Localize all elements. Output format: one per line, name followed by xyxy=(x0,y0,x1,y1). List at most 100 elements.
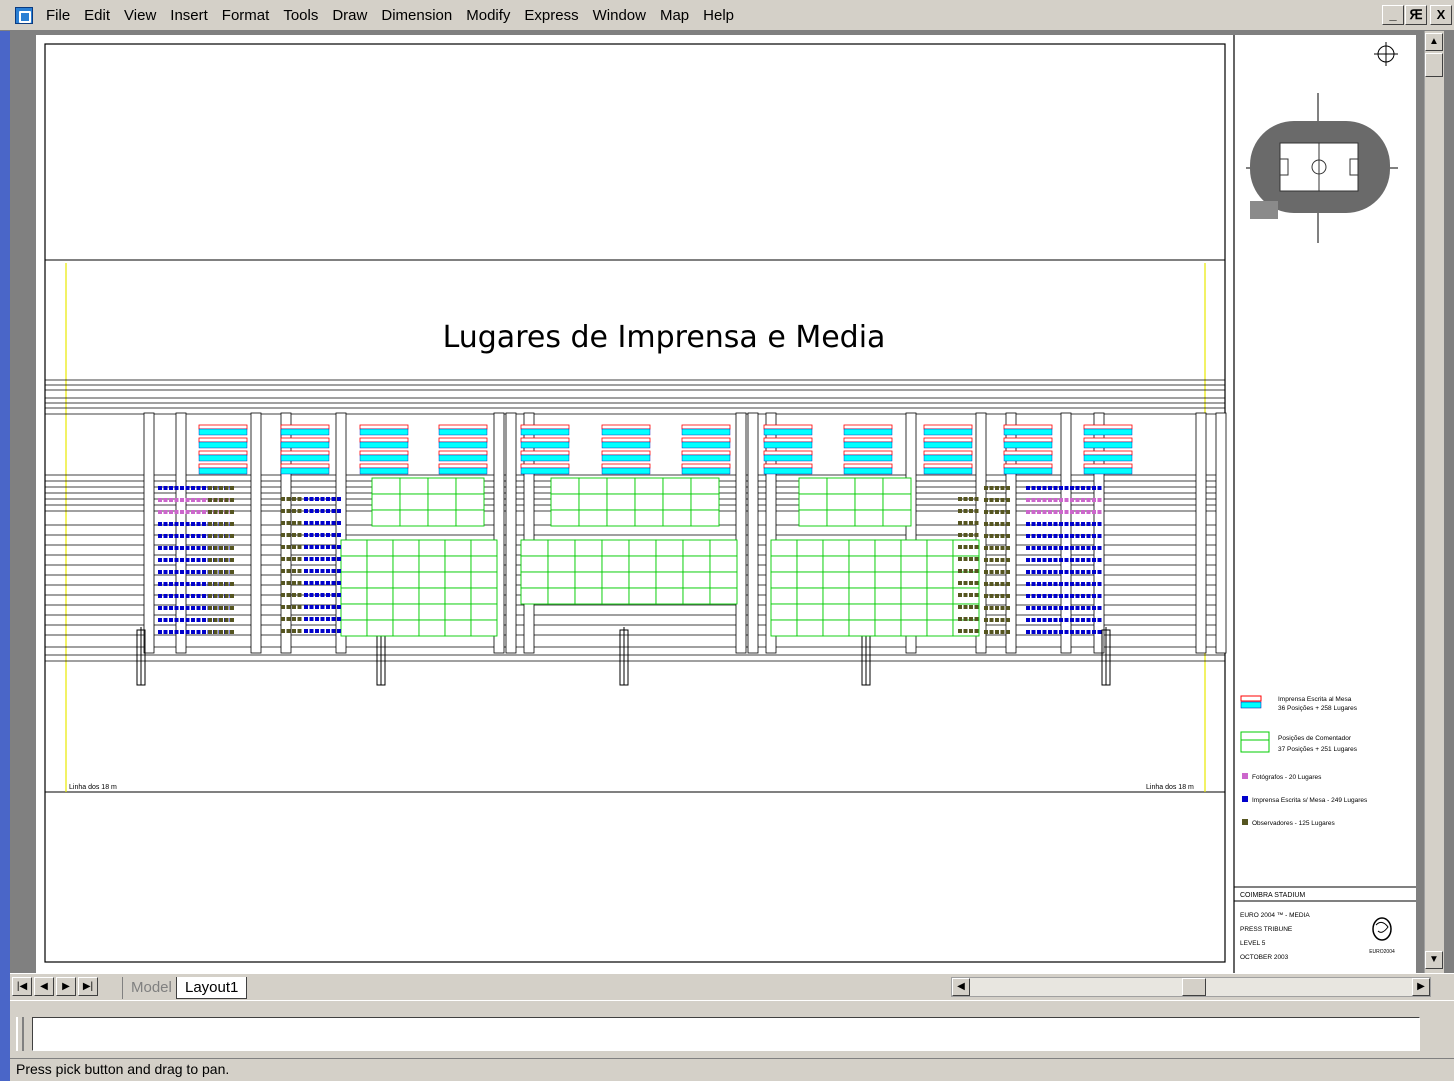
seat xyxy=(180,522,184,526)
minimize-button[interactable]: _ xyxy=(1382,5,1404,25)
app-icon[interactable] xyxy=(15,6,33,24)
seat xyxy=(989,618,994,622)
commentator-position xyxy=(848,619,876,637)
seat xyxy=(304,581,308,585)
seat xyxy=(180,630,184,634)
seat xyxy=(1000,510,1005,514)
seat xyxy=(174,570,179,574)
seat xyxy=(309,497,314,501)
press-table-seat xyxy=(843,441,893,449)
press-table-seat xyxy=(198,441,248,449)
horizontal-scroll-thumb[interactable] xyxy=(1182,978,1206,996)
command-input[interactable] xyxy=(32,1017,1420,1051)
seat xyxy=(169,486,173,490)
menu-tools[interactable]: Tools xyxy=(276,0,325,31)
menu-help[interactable]: Help xyxy=(696,0,741,31)
tab-model[interactable]: Model xyxy=(122,977,180,999)
scroll-down-button[interactable]: ▼ xyxy=(1425,951,1443,969)
seat xyxy=(337,569,341,573)
press-table-seat xyxy=(843,424,893,430)
seat xyxy=(1086,630,1091,634)
seat xyxy=(984,486,988,490)
seat xyxy=(1059,486,1063,490)
seat xyxy=(969,605,973,609)
menu-window[interactable]: Window xyxy=(586,0,653,31)
press-table-seat xyxy=(280,463,330,469)
seat xyxy=(180,510,184,514)
seat xyxy=(958,629,962,633)
seat xyxy=(1081,486,1085,490)
seat xyxy=(224,618,229,622)
menu-view[interactable]: View xyxy=(117,0,163,31)
commentator-position xyxy=(926,571,954,589)
vertical-scroll-thumb[interactable] xyxy=(1425,53,1443,77)
commentator-position xyxy=(822,619,850,637)
commentator-position xyxy=(822,555,850,573)
press-table-seat xyxy=(1003,441,1053,449)
seat xyxy=(1006,546,1010,550)
seat xyxy=(326,581,330,585)
press-table-seat xyxy=(601,467,651,475)
commentator-position xyxy=(547,539,576,557)
prev-tab-button[interactable]: ◀ xyxy=(34,977,54,996)
first-tab-button[interactable]: |◀ xyxy=(12,977,32,996)
vertical-scrollbar[interactable]: ▲ ▼ xyxy=(1424,31,1444,973)
menu-format[interactable]: Format xyxy=(215,0,277,31)
commentator-position xyxy=(634,477,664,495)
tab-layout1[interactable]: Layout1 xyxy=(176,977,248,999)
commentator-position xyxy=(470,587,498,605)
seat xyxy=(1081,582,1085,586)
layout-tabs-bar: |◀ ◀ ▶ ▶| Model Layout1 ◀ ▶ xyxy=(10,973,1454,1000)
horizontal-scrollbar[interactable]: ◀ ▶ xyxy=(951,977,1431,997)
seat xyxy=(1097,510,1102,514)
last-tab-button[interactable]: ▶| xyxy=(78,977,98,996)
press-table-seat xyxy=(198,424,248,430)
seat xyxy=(1075,546,1080,550)
close-button[interactable]: X xyxy=(1430,5,1452,25)
drawing-workspace[interactable]: Lugares de Imprensa e Media Linha dos 18… xyxy=(10,31,1454,973)
seat xyxy=(995,618,999,622)
seat xyxy=(180,546,184,550)
seat xyxy=(202,570,206,574)
seat xyxy=(219,630,223,634)
seat xyxy=(230,522,234,526)
seat xyxy=(219,618,223,622)
seat xyxy=(1064,570,1069,574)
scroll-up-button[interactable]: ▲ xyxy=(1425,33,1443,51)
menu-dimension[interactable]: Dimension xyxy=(374,0,459,31)
command-line-grip[interactable] xyxy=(16,1017,24,1051)
next-tab-button[interactable]: ▶ xyxy=(56,977,76,996)
press-table-seat xyxy=(763,437,813,443)
menu-edit[interactable]: Edit xyxy=(77,0,117,31)
seat xyxy=(315,569,319,573)
menu-modify[interactable]: Modify xyxy=(459,0,517,31)
commentator-position xyxy=(547,555,576,573)
scroll-left-button[interactable]: ◀ xyxy=(952,978,970,996)
press-table-seat xyxy=(1083,428,1133,436)
seat xyxy=(1006,522,1010,526)
scroll-right-button[interactable]: ▶ xyxy=(1412,978,1430,996)
menu-express[interactable]: Express xyxy=(517,0,585,31)
restore-button[interactable]: Ԙ xyxy=(1405,5,1427,25)
menu-draw[interactable]: Draw xyxy=(325,0,374,31)
seat xyxy=(202,630,206,634)
seat xyxy=(1092,522,1096,526)
seat xyxy=(1092,558,1096,562)
press-table-seat xyxy=(601,463,651,469)
seat xyxy=(320,617,325,621)
seat xyxy=(1037,546,1041,550)
menu-insert[interactable]: Insert xyxy=(163,0,215,31)
seat xyxy=(1070,534,1074,538)
commentator-position xyxy=(470,619,498,637)
seat xyxy=(320,593,325,597)
seat xyxy=(974,545,979,549)
commentator-position xyxy=(366,619,394,637)
menu-map[interactable]: Map xyxy=(653,0,696,31)
seat xyxy=(1059,510,1063,514)
seat xyxy=(169,618,173,622)
seat xyxy=(1075,510,1080,514)
commentator-position xyxy=(392,555,420,573)
drawing-canvas[interactable]: Lugares de Imprensa e Media Linha dos 18… xyxy=(36,35,1416,973)
seat xyxy=(1042,498,1047,502)
menu-file[interactable]: File xyxy=(39,0,77,31)
